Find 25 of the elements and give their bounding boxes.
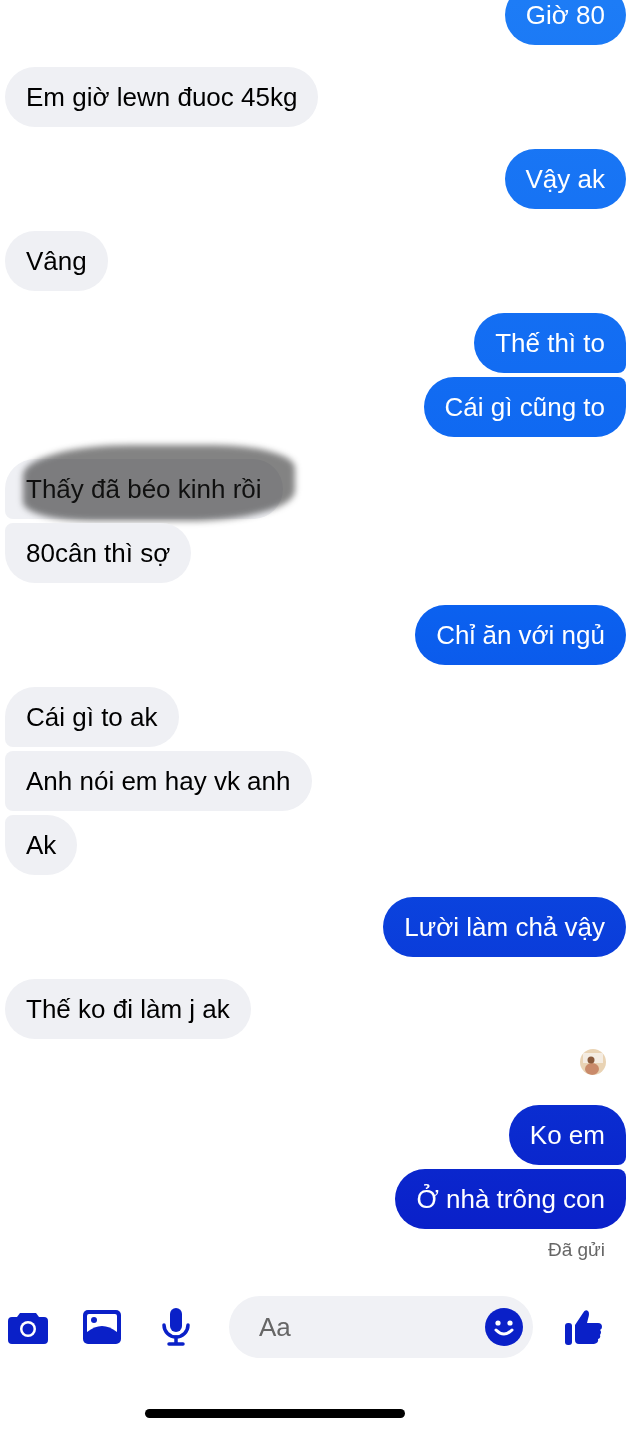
message-bubble: Cái gì cũng to [423,377,626,437]
message-bubble: Thấy đã béo kinh rồi [5,459,283,519]
thumbs-up-icon[interactable] [565,1308,603,1346]
message-field[interactable]: Aa [257,1310,485,1344]
message-bubble: Ở nhà trông con [395,1169,626,1229]
message-bubble: Vậy ak [504,149,626,209]
message-bubble: Vâng [5,231,108,291]
emoji-icon[interactable] [485,1308,523,1346]
avatar [580,1049,606,1075]
message-bubble: Thế ko đi làm j ak [5,979,251,1039]
camera-icon[interactable] [8,1310,48,1344]
message-bubble: Lười làm chả vậy [383,897,626,957]
sent-status: Đã gửi [547,1239,605,1261]
message-bubble: Em giờ lewn đuoc 45kg [5,67,319,127]
image-icon[interactable] [83,1310,121,1344]
message-bubble: Ko em [508,1105,626,1165]
message-bubble: Giờ 80 [504,0,626,45]
message-bubble: Ak [5,815,78,875]
message-bubble: Anh nói em hay vk anh [5,751,312,811]
message-bubble: Thế thì to [474,313,626,373]
message-bubble: Chỉ ăn với ngủ [415,605,626,665]
message-bubble: 80cân thì sợ [5,523,192,583]
microphone-icon[interactable] [161,1308,191,1346]
message-bubble: Cái gì to ak [5,687,179,747]
message-input[interactable]: Aa [229,1296,533,1358]
